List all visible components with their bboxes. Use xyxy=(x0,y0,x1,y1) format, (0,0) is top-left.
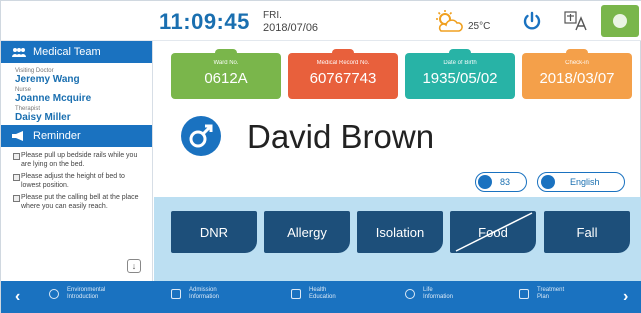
tile-value: 1935/05/02 xyxy=(422,70,498,87)
tile-value: 0612A xyxy=(204,70,248,87)
top-bar: 11:09:45 FRI. 2018/07/06 25°C xyxy=(1,1,641,41)
tile-label: Medical Record No. xyxy=(316,60,370,66)
calendar-icon xyxy=(566,49,588,59)
tile-value: 2018/03/07 xyxy=(539,70,615,87)
alert-isolation[interactable]: Isolation xyxy=(357,211,443,253)
health-icon xyxy=(291,289,301,299)
nav-next-icon[interactable]: › xyxy=(623,288,628,306)
nav-label: Life xyxy=(423,287,433,293)
reminder-item: Please pull up bedside rails while you a… xyxy=(13,151,146,169)
alert-allergy[interactable]: Allergy xyxy=(264,211,350,253)
clipboard-icon xyxy=(519,289,529,299)
nav-label: Information xyxy=(189,294,220,300)
day-of-week: FRI. xyxy=(263,10,282,21)
current-date: 2018/07/06 xyxy=(263,22,319,34)
tile-label: Check-in xyxy=(565,60,589,66)
reminder-header: Reminder xyxy=(1,125,152,147)
reminder-title: Reminder xyxy=(33,130,81,142)
bed-icon xyxy=(215,49,237,59)
tile-label: Ward No. xyxy=(213,60,239,66)
nav-label: Introduction xyxy=(67,294,99,300)
nav-label: Environmental xyxy=(67,287,106,293)
nav-label: Information xyxy=(423,294,454,300)
arrow-down-icon: ↓ xyxy=(131,261,137,271)
team-icon xyxy=(12,48,26,57)
visitor-count: 83 xyxy=(500,177,511,187)
translate-button[interactable] xyxy=(564,10,588,37)
partly-sunny-icon xyxy=(436,10,463,32)
nav-label: Plan xyxy=(537,294,550,300)
status-corner-button[interactable] xyxy=(601,5,639,37)
nav-label: Health xyxy=(309,287,327,293)
megaphone-icon xyxy=(12,131,23,141)
staff-name[interactable]: Joanne Mcquire xyxy=(15,93,142,104)
ward-tile: Ward No. 0612A xyxy=(171,49,281,99)
bedside-terminal: 11:09:45 FRI. 2018/07/06 25°C Medical Te… xyxy=(0,0,641,313)
cake-icon xyxy=(449,49,471,59)
medical-team-header: Medical Team xyxy=(1,41,152,63)
visitor-icon xyxy=(478,175,492,189)
language-selector[interactable]: English xyxy=(537,172,625,192)
sidebar: Medical Team Visiting Doctor Jeremy Wang… xyxy=(1,41,153,281)
record-icon xyxy=(332,49,354,59)
reminder-item: Please put the calling bell at the place… xyxy=(13,193,146,211)
nav-life[interactable]: Life Information xyxy=(405,287,453,301)
tile-value: 60767743 xyxy=(309,70,377,87)
visitor-count-badge[interactable]: 83 xyxy=(475,172,527,192)
male-icon xyxy=(179,114,223,163)
reminder-list: Please pull up bedside rails while you a… xyxy=(1,147,152,211)
birth-date-tile: Date of Birth 1935/05/02 xyxy=(405,49,515,99)
clock: 11:09:45 xyxy=(159,9,250,34)
reminder-item: Please adjust the height of bed to lowes… xyxy=(13,172,146,190)
globe-icon xyxy=(541,175,555,189)
staff-name[interactable]: Daisy Miller xyxy=(15,112,142,123)
info-icon xyxy=(49,289,59,299)
alert-dnr[interactable]: DNR xyxy=(171,211,257,253)
nav-health[interactable]: Health Education xyxy=(291,287,336,301)
nav-label: Admission xyxy=(189,287,217,293)
nav-environmental[interactable]: Environmental Introduction xyxy=(49,287,105,301)
document-icon xyxy=(171,289,181,299)
bottom-nav: ‹ Environmental Introduction Admission Inf… xyxy=(1,281,641,313)
language-label: English xyxy=(570,177,600,187)
scroll-down-button[interactable]: ↓ xyxy=(127,259,141,273)
medical-team-title: Medical Team xyxy=(33,46,101,58)
temperature: 25°C xyxy=(468,21,491,32)
staff-list: Visiting Doctor Jeremy Wang Nurse Joanne… xyxy=(1,63,152,123)
medical-record-tile: Medical Record No. 60767743 xyxy=(288,49,398,99)
translate-icon xyxy=(564,11,587,31)
alert-fall[interactable]: Fall xyxy=(544,211,630,253)
power-icon xyxy=(523,11,541,30)
tile-label: Date of Birth xyxy=(443,60,477,66)
staff-name[interactable]: Jeremy Wang xyxy=(15,74,142,85)
strikethrough-icon xyxy=(455,212,533,252)
toggle-icon xyxy=(613,14,627,28)
nav-label: Education xyxy=(309,294,336,300)
patient-name: David Brown xyxy=(247,118,435,155)
checkin-tile: Check-in 2018/03/07 xyxy=(522,49,632,99)
nav-treatment[interactable]: Treatment Plan xyxy=(519,287,564,301)
alert-food[interactable]: Food xyxy=(450,211,536,253)
nav-prev-icon[interactable]: ‹ xyxy=(15,288,20,306)
life-icon xyxy=(405,289,415,299)
power-button[interactable] xyxy=(521,10,543,37)
nav-admission[interactable]: Admission Information xyxy=(171,287,219,301)
nav-label: Treatment xyxy=(537,287,565,293)
